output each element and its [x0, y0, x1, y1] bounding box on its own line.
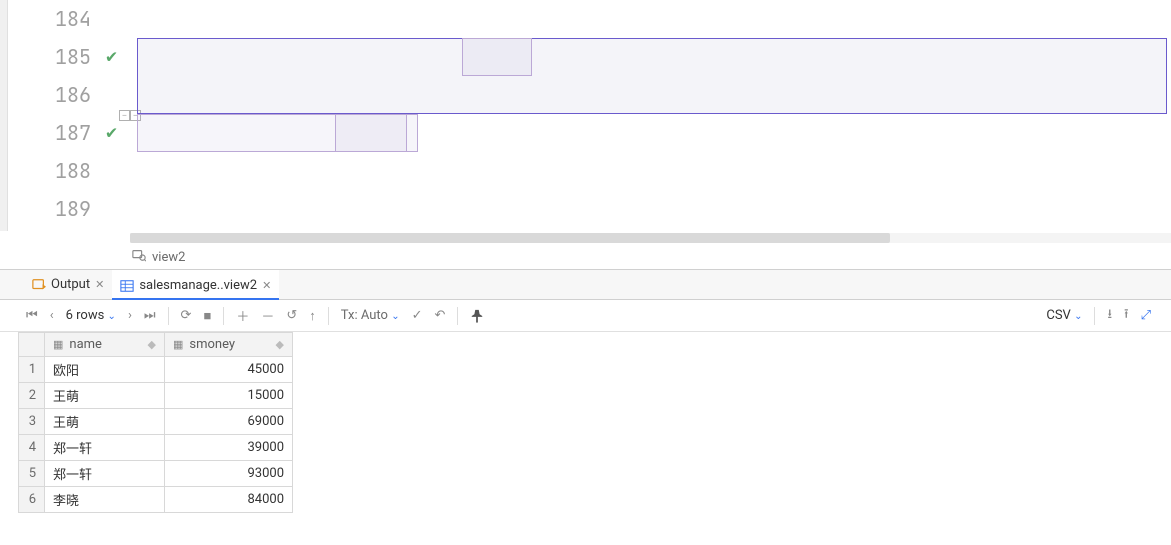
- column-label: smoney: [189, 337, 235, 352]
- tab-label: salesmanage..view2: [139, 278, 257, 293]
- cell-smoney[interactable]: 45000: [165, 357, 293, 383]
- upload-button[interactable]: ⭱: [1124, 305, 1129, 327]
- line-number: 185: [51, 38, 91, 76]
- row-number: 3: [19, 409, 45, 435]
- tx-mode-dropdown[interactable]: Tx: Auto ⌄: [341, 308, 400, 323]
- row-number: 4: [19, 435, 45, 461]
- pin-button[interactable]: [470, 309, 484, 323]
- close-icon[interactable]: ✕: [95, 278, 104, 291]
- sort-icon[interactable]: ◆: [148, 338, 156, 351]
- horizontal-scrollbar[interactable]: [0, 231, 1171, 245]
- fold-handle-icon[interactable]: –: [119, 110, 130, 121]
- next-page-button[interactable]: ›: [128, 308, 132, 323]
- last-page-button[interactable]: ⏭: [144, 308, 156, 323]
- cell-name[interactable]: 郑一轩: [45, 435, 165, 461]
- row-number: 1: [19, 357, 45, 383]
- editor-status-row: view2: [0, 245, 1171, 269]
- column-header-smoney[interactable]: ▦ smoney ◆: [165, 333, 293, 357]
- table-icon: [120, 279, 134, 293]
- chevron-down-icon: ⌄: [1074, 311, 1082, 322]
- stop-button[interactable]: ■: [203, 308, 211, 324]
- results-panel: Output ✕ salesmanage..view2 ✕ ⏮ ‹ 6 rows…: [0, 270, 1171, 545]
- tab-label: Output: [51, 277, 90, 292]
- sort-icon[interactable]: ◆: [276, 338, 284, 351]
- output-icon: [32, 278, 46, 292]
- first-page-button[interactable]: ⏮: [26, 308, 38, 323]
- editor-left-stripe: [0, 0, 8, 231]
- cell-smoney[interactable]: 15000: [165, 383, 293, 409]
- fold-column[interactable]: – –: [123, 0, 137, 231]
- column-icon: ▦: [53, 338, 63, 351]
- tab-result-view2[interactable]: salesmanage..view2 ✕: [112, 270, 279, 299]
- cell-smoney[interactable]: 69000: [165, 409, 293, 435]
- table-row[interactable]: 1 欧阳 45000: [19, 357, 293, 383]
- row-count-dropdown[interactable]: 6 rows ⌄: [66, 308, 116, 323]
- run-ok-icon: ✔: [99, 38, 117, 76]
- chevron-down-icon: ⌄: [108, 311, 116, 322]
- table-row[interactable]: 5 郑一轩 93000: [19, 461, 293, 487]
- add-row-button[interactable]: ＋: [236, 306, 249, 325]
- cell-smoney[interactable]: 84000: [165, 487, 293, 513]
- tab-output[interactable]: Output ✕: [24, 270, 112, 299]
- cell-name[interactable]: 郑一轩: [45, 461, 165, 487]
- cell-name[interactable]: 王萌: [45, 409, 165, 435]
- csv-label: CSV: [1046, 308, 1070, 323]
- results-toolbar: ⏮ ‹ 6 rows ⌄ › ⏭ ⟳ ■ ＋ － ↺ ↑ Tx: Auto ⌄ …: [0, 300, 1171, 332]
- table-row[interactable]: 4 郑一轩 39000: [19, 435, 293, 461]
- reload-button[interactable]: ⟳: [181, 308, 192, 323]
- column-header-name[interactable]: ▦ name ◆: [45, 333, 165, 357]
- delete-row-button[interactable]: －: [261, 306, 274, 325]
- cell-smoney[interactable]: 93000: [165, 461, 293, 487]
- table-row[interactable]: 3 王萌 69000: [19, 409, 293, 435]
- cell-smoney[interactable]: 39000: [165, 435, 293, 461]
- inspect-icon: [132, 248, 146, 266]
- revert-button[interactable]: ↺: [286, 308, 297, 323]
- commit-button[interactable]: ↑: [309, 308, 316, 324]
- line-number: 187: [51, 114, 91, 152]
- row-number: 5: [19, 461, 45, 487]
- gutter: 184 185✔ 186 187✔ 188 189: [8, 0, 123, 231]
- tx-rollback-button[interactable]: ↶: [435, 308, 446, 323]
- line-number: 186: [51, 76, 91, 114]
- result-grid[interactable]: ▦ name ◆ ▦ smoney ◆ 1 欧阳 4: [18, 332, 293, 513]
- column-icon: ▦: [173, 338, 183, 351]
- editor-status-text: view2: [152, 250, 185, 265]
- export-format-dropdown[interactable]: CSV ⌄: [1046, 308, 1082, 323]
- run-ok-icon: ✔: [99, 114, 117, 152]
- line-number: 184: [51, 0, 91, 38]
- row-number: 2: [19, 383, 45, 409]
- chevron-down-icon: ⌄: [391, 311, 399, 322]
- close-icon[interactable]: ✕: [262, 279, 271, 292]
- header-row: ▦ name ◆ ▦ smoney ◆: [19, 333, 293, 357]
- download-button[interactable]: ⭳: [1107, 305, 1112, 327]
- sql-editor[interactable]: 184 185✔ 186 187✔ 188 189 – – #13.建立名为vi…: [0, 0, 1171, 270]
- tx-commit-button[interactable]: ✓: [412, 308, 423, 323]
- cell-name[interactable]: 欧阳: [45, 357, 165, 383]
- tx-label: Tx: Auto: [341, 308, 388, 323]
- cell-name[interactable]: 王萌: [45, 383, 165, 409]
- row-count-label: 6 rows: [66, 308, 105, 323]
- panel-tabs: Output ✕ salesmanage..view2 ✕: [0, 270, 1171, 300]
- row-number: 6: [19, 487, 45, 513]
- table-row[interactable]: 2 王萌 15000: [19, 383, 293, 409]
- column-label: name: [69, 337, 102, 352]
- corner-cell[interactable]: [19, 333, 45, 357]
- code-lines[interactable]: #13.建立名为view2 的视图，统计每个员工的销售金额。 create or…: [137, 0, 1171, 231]
- expand-button[interactable]: ⤢: [1141, 308, 1151, 323]
- cell-name[interactable]: 李晓: [45, 487, 165, 513]
- prev-page-button[interactable]: ‹: [50, 308, 54, 323]
- table-row[interactable]: 6 李晓 84000: [19, 487, 293, 513]
- line-number: 188: [51, 152, 91, 190]
- scrollbar-thumb[interactable]: [130, 233, 890, 243]
- line-number: 189: [51, 190, 91, 228]
